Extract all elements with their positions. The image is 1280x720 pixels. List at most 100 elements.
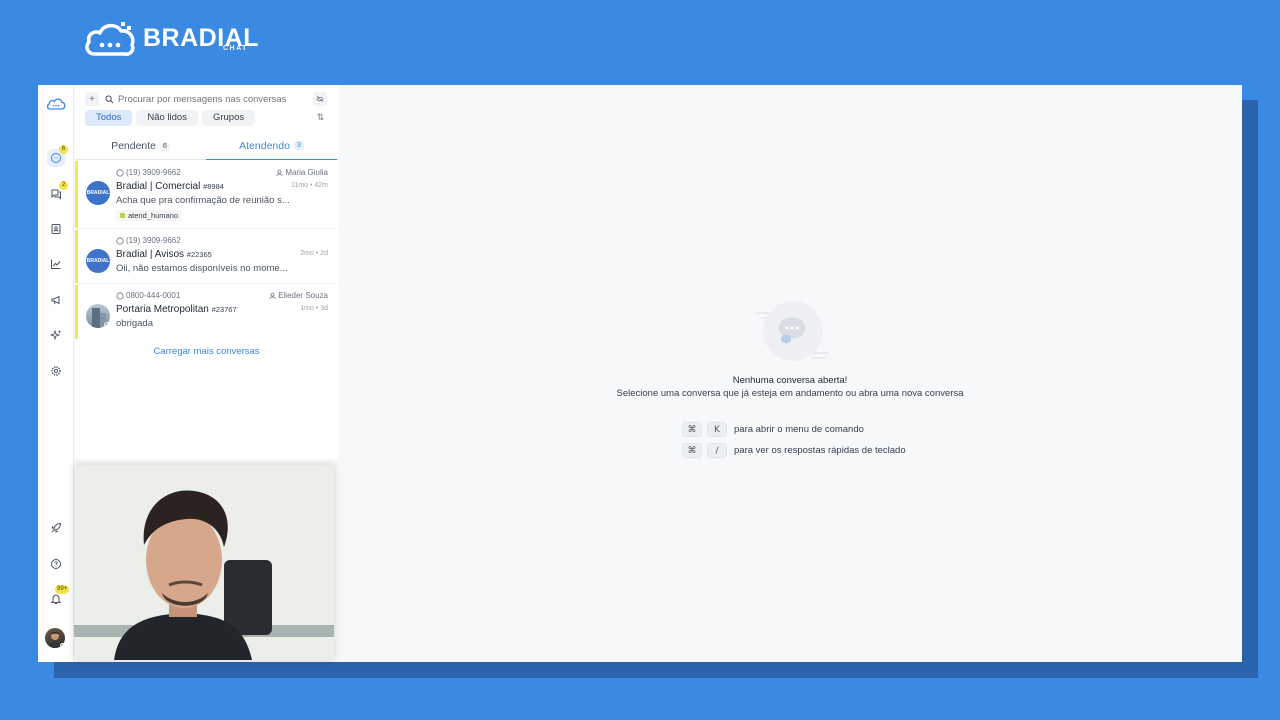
search-box: [105, 92, 307, 106]
sort-button[interactable]: ⇅: [313, 110, 328, 125]
conversation-id: #8984: [203, 182, 224, 191]
rocket-icon: [51, 522, 62, 533]
search-icon: [105, 94, 114, 103]
nav-campaigns[interactable]: [47, 291, 65, 309]
shortcut-label: para abrir o menu de comando: [734, 424, 864, 435]
status-tabs: Pendente 6 Atendendo 3: [75, 132, 338, 160]
contact-name: Portaria Metropolitan: [116, 304, 209, 315]
app-logo-icon[interactable]: [45, 95, 67, 113]
mentions-badge: 2: [59, 181, 68, 190]
contact-card-icon: [51, 224, 61, 234]
assigned-agent: Elieder Souza: [269, 291, 328, 300]
conversation-id: #22365: [186, 250, 212, 259]
conversation-title: Bradial | Comercial #8984: [116, 181, 224, 192]
nav-conversations[interactable]: 6: [47, 145, 68, 167]
conversation-list-panel: + Todos Não lidos Grupos ⇅ Pendente 6 At…: [75, 85, 338, 460]
new-conversation-button[interactable]: +: [85, 92, 99, 106]
contact-avatar: BRADIAL: [86, 249, 110, 273]
tab-count: 3: [293, 141, 304, 150]
presenter-webcam: [74, 465, 334, 660]
message-preview: Oii, não estamos disponíveis no mome...: [116, 263, 288, 274]
conversation-time: 2mo • 2d: [300, 250, 328, 257]
chat-bubble-icon: [51, 153, 61, 163]
shortcut-command-menu: ⌘ K para abrir o menu de comando: [682, 422, 864, 437]
megaphone-icon: [51, 295, 60, 305]
online-status-dot: [60, 643, 65, 648]
tab-label: Pendente: [111, 140, 157, 152]
tab-count: 6: [160, 141, 170, 151]
conversation-item[interactable]: BRADIAL (19) 3909-9662 Maria Giulia Brad…: [75, 161, 338, 229]
conversation-item[interactable]: 0800-444-0001 Elieder Souza Portaria Met…: [75, 285, 338, 339]
sparkles-icon: [50, 329, 62, 341]
avatar-text: BRADIAL: [86, 258, 110, 264]
whatsapp-icon: [116, 168, 124, 177]
brand-logo: BRADIAL CHAT: [83, 18, 259, 58]
user-avatar[interactable]: [45, 628, 65, 648]
empty-subtitle: Selecione uma conversa que já esteja em …: [616, 388, 964, 399]
unread-indicator: [75, 230, 78, 283]
nav-automation[interactable]: [47, 326, 65, 344]
chats-icon: [51, 189, 61, 200]
phone-number: 0800-444-0001: [126, 291, 181, 300]
unread-indicator: [75, 285, 78, 339]
empty-title: Nenhuma conversa aberta!: [732, 375, 848, 386]
brand-sub: CHAT: [223, 45, 248, 52]
filter-toggle-button[interactable]: [313, 92, 327, 106]
contact-avatar: [86, 304, 110, 328]
contact-phone: (19) 3909-9662: [116, 168, 181, 177]
eye-off-icon: [316, 95, 324, 103]
tab-pending[interactable]: Pendente 6: [75, 132, 206, 160]
notifications-badge: 99+: [55, 585, 70, 594]
contact-avatar: BRADIAL: [86, 181, 110, 205]
label-tag: atend_humano: [116, 210, 183, 221]
whatsapp-icon: [116, 291, 124, 300]
command-key: ⌘: [682, 422, 702, 437]
command-key: ⌘: [682, 443, 702, 458]
tab-attending[interactable]: Atendendo 3: [206, 132, 337, 160]
contact-phone: 0800-444-0001: [116, 291, 180, 300]
load-more-button[interactable]: Carregar mais conversas: [75, 346, 338, 357]
agent-icon: [269, 292, 276, 299]
slash-key: /: [707, 443, 727, 458]
message-preview: Acha que pra confirmação de reunião s...: [116, 195, 290, 206]
shortcut-label: para ver os respostas rápidas de teclado: [734, 445, 906, 456]
nav-help[interactable]: [47, 555, 65, 573]
search-row: +: [85, 91, 328, 107]
conversations-badge: 6: [59, 145, 68, 154]
conversation-time: 11mo • 42m: [291, 182, 328, 189]
sort-arrows-icon: ⇅: [316, 112, 325, 122]
contact-name: Bradial | Avisos: [116, 249, 185, 260]
agent-name: Maria Giulia: [285, 168, 328, 177]
search-input[interactable]: [117, 93, 307, 105]
filter-unread[interactable]: Não lidos: [136, 110, 198, 126]
filter-all[interactable]: Todos: [85, 110, 133, 126]
nav-reports[interactable]: [47, 255, 65, 273]
whatsapp-icon: [116, 236, 124, 245]
conversation-id: #23767: [211, 305, 237, 314]
tag-label: atend_humano: [128, 211, 179, 220]
gear-icon: [51, 366, 61, 376]
conversation-title: Portaria Metropolitan #23767: [116, 304, 237, 315]
nav-settings[interactable]: [47, 362, 65, 380]
nav-mentions[interactable]: 2: [47, 181, 68, 203]
help-icon: [51, 559, 61, 569]
presenter-video-frame: [74, 465, 334, 660]
nav-launch[interactable]: [47, 519, 65, 537]
empty-chat-illustration: [756, 301, 829, 361]
tab-label: Atendendo: [239, 139, 290, 152]
online-status-dot: [104, 322, 110, 328]
k-key: K: [707, 422, 727, 437]
conversation-time: 1mo • 3d: [300, 305, 328, 312]
nav-rail: 6 2 99+: [38, 85, 74, 662]
contact-name: Bradial | Comercial: [116, 181, 201, 192]
tag-color-swatch: [120, 213, 125, 218]
avatar-text: BRADIAL: [86, 190, 110, 196]
agent-name: Elieder Souza: [278, 291, 328, 300]
shortcut-quick-replies: ⌘ / para ver os respostas rápidas de tec…: [682, 443, 906, 458]
nav-notifications[interactable]: 99+: [47, 585, 70, 608]
nav-contacts[interactable]: [47, 220, 65, 238]
filter-groups[interactable]: Grupos: [201, 110, 256, 126]
contact-phone: (19) 3909-9662: [116, 236, 181, 245]
empty-conversation-area: Nenhuma conversa aberta! Selecione uma c…: [338, 85, 1242, 662]
conversation-item[interactable]: BRADIAL (19) 3909-9662 Bradial | Avisos …: [75, 230, 338, 284]
